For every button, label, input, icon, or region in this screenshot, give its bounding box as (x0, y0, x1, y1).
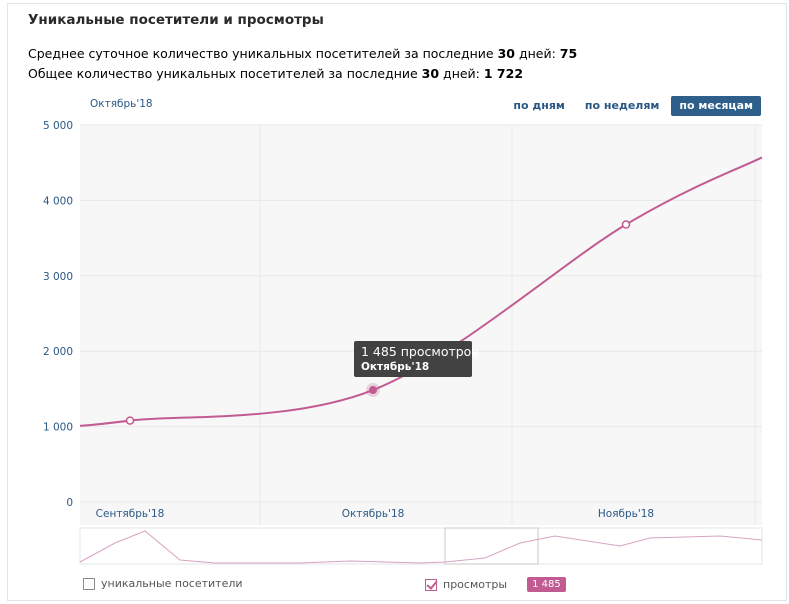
y-tick-label: 5 000 (43, 120, 73, 132)
data-point[interactable] (125, 416, 135, 425)
data-point[interactable] (621, 220, 631, 229)
legend-label: просмотры (443, 578, 508, 591)
x-tick-label: Октябрь'18 (342, 508, 405, 520)
checkbox-unique-visitors[interactable] (83, 577, 95, 590)
y-tick-label: 1 000 (43, 422, 73, 434)
views-count-badge: 1 485 (527, 577, 566, 592)
y-tick-label: 0 (66, 497, 73, 509)
x-tick-label: Сентябрь'18 (96, 508, 165, 520)
legend-label: уникальные посетители (101, 577, 243, 590)
legend-item-views[interactable]: просмотры 1 485 (425, 577, 566, 592)
y-tick-label: 4 000 (43, 195, 73, 207)
tooltip: 1 485 просмотров Октябрь'18 (354, 341, 479, 377)
y-tick-label: 2 000 (43, 346, 73, 358)
tooltip-value: 1 485 просмотров (361, 344, 479, 359)
navigator[interactable] (79, 527, 763, 565)
tooltip-period: Октябрь'18 (361, 361, 429, 373)
x-tick-label: Ноябрь'18 (598, 508, 654, 520)
y-axis: 0 1 000 2 000 3 000 4 000 5 000 (43, 120, 73, 509)
line-chart[interactable]: 0 1 000 2 000 3 000 4 000 5 000 Сентябрь'18 Ок… (0, 0, 789, 604)
data-point-highlighted[interactable] (369, 386, 377, 395)
plot-area (80, 125, 762, 525)
y-tick-label: 3 000 (43, 271, 73, 283)
legend-item-unique-visitors[interactable]: уникальные посетители (83, 577, 243, 590)
checkbox-views[interactable] (425, 578, 437, 591)
